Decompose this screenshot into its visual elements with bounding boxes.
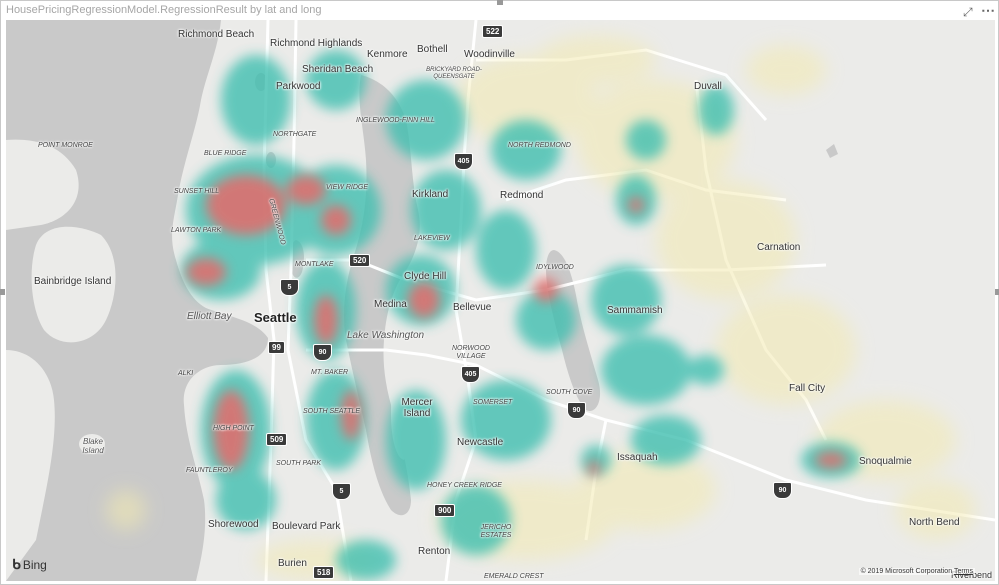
label-emerald-crest: EMERALD CREST — [484, 573, 544, 580]
interstate-90-shield: 90 — [313, 344, 332, 361]
label-north-bend: North Bend — [909, 517, 960, 528]
label-south-cove: SOUTH COVE — [546, 389, 593, 396]
route-99-shield: 99 — [268, 341, 285, 354]
label-idylwood: IDYLWOOD — [536, 264, 574, 271]
label-jericho-estates: JERICHO ESTATES — [480, 524, 512, 539]
label-alki: ALKI — [178, 370, 194, 377]
label-woodinville: Woodinville — [464, 49, 515, 60]
route-518-shield: 518 — [313, 566, 335, 579]
label-norwood-village: NORWOOD VILLAGE — [452, 345, 490, 360]
label-montlake: MONTLAKE — [295, 261, 334, 268]
label-elliott-bay: Elliott Bay — [187, 311, 232, 322]
label-south-seattle: SOUTH SEATTLE — [303, 408, 361, 415]
resize-handle-left[interactable] — [0, 289, 5, 295]
pond — [826, 144, 838, 158]
interstate-5-shield: 5 — [280, 279, 299, 296]
label-issaquah: Issaquah — [617, 452, 658, 463]
label-redmond: Redmond — [500, 190, 544, 201]
label-clyde-hill: Clyde Hill — [404, 271, 447, 282]
label-sunset-hill: SUNSET HILL — [174, 188, 220, 195]
interstate-90-shield-far-east: 90 — [773, 482, 792, 499]
more-options-icon[interactable]: ⋯ — [981, 2, 995, 19]
resize-handle-right[interactable] — [995, 289, 999, 295]
label-richmond-beach: Richmond Beach — [178, 29, 255, 40]
label-bainbridge-island: Bainbridge Island — [34, 276, 112, 287]
label-mercer-island: Mercer Island — [401, 397, 433, 419]
label-south-park: SOUTH PARK — [276, 460, 321, 467]
route-522-shield: 522 — [482, 25, 504, 38]
label-shorewood: Shorewood — [208, 519, 259, 530]
label-lakeview: LAKEVIEW — [414, 235, 450, 242]
label-carnation: Carnation — [757, 242, 801, 253]
bing-logo: ᑲ Bing — [12, 556, 47, 572]
label-fall-city: Fall City — [789, 383, 826, 394]
label-mt-baker: MT. BAKER — [311, 369, 349, 376]
label-blake-island: Blake Island — [82, 437, 104, 455]
route-520-shield: 520 — [349, 254, 371, 267]
interstate-405-shield-south: 405 — [461, 366, 480, 383]
interstate-90-shield-east: 90 — [567, 402, 586, 419]
label-high-point: HIGH POINT — [213, 425, 254, 432]
resize-handle-top[interactable] — [497, 0, 503, 5]
interstate-405-shield: 405 — [454, 153, 473, 170]
label-seattle: Seattle — [254, 310, 297, 325]
label-sheridan-beach: Sheridan Beach — [302, 64, 374, 75]
label-bothell: Bothell — [417, 44, 448, 55]
terms-link[interactable]: Terms — [954, 568, 973, 575]
map-attribution: © 2019 Microsoft Corporation Terms — [858, 568, 975, 575]
focus-mode-icon[interactable]: ⤢ — [963, 5, 973, 20]
label-boulevard-park: Boulevard Park — [272, 521, 341, 532]
label-lake-washington: Lake Washington — [347, 330, 425, 341]
map-base — [6, 20, 995, 581]
map-canvas[interactable]: Richmond Beach Richmond Highlands Kenmor… — [6, 20, 995, 581]
label-inglewood-finn-hill: INGLEWOOD-FINN HILL — [356, 117, 435, 124]
route-900-shield: 900 — [434, 504, 456, 517]
label-bellevue: Bellevue — [453, 302, 492, 313]
label-north-redmond: NORTH REDMOND — [508, 142, 571, 149]
label-snoqualmie: Snoqualmie — [859, 456, 912, 467]
label-duvall: Duvall — [694, 81, 722, 92]
label-kirkland: Kirkland — [412, 189, 449, 200]
label-burien: Burien — [278, 558, 307, 569]
label-fauntleroy: FAUNTLEROY — [186, 467, 233, 474]
label-kenmore: Kenmore — [367, 49, 408, 60]
label-richmond-highlands: Richmond Highlands — [270, 38, 363, 49]
label-point-monroe: POINT MONROE — [38, 142, 93, 149]
label-view-ridge: VIEW RIDGE — [326, 184, 369, 191]
label-somerset: SOMERSET — [473, 399, 513, 406]
interstate-5-shield-south: 5 — [332, 483, 351, 500]
label-brickyard-road: BRICKYARD ROAD-QUEENSGATE — [426, 67, 482, 80]
label-medina: Medina — [374, 299, 407, 310]
map-visual[interactable]: HousePricingRegressionModel.RegressionRe… — [0, 0, 999, 585]
label-honey-creek-ridge: HONEY CREEK RIDGE — [427, 482, 502, 489]
label-sammamish: Sammamish — [607, 305, 663, 316]
label-newcastle: Newcastle — [457, 437, 504, 448]
visual-title: HousePricingRegressionModel.RegressionRe… — [6, 4, 322, 16]
label-northgate: NORTHGATE — [273, 131, 317, 138]
bing-icon: ᑲ — [12, 556, 21, 572]
label-blue-ridge: BLUE RIDGE — [204, 150, 247, 157]
label-renton: Renton — [418, 546, 451, 557]
label-parkwood: Parkwood — [276, 81, 321, 92]
label-lawton-park: LAWTON PARK — [171, 227, 222, 234]
route-509-shield: 509 — [266, 433, 288, 446]
